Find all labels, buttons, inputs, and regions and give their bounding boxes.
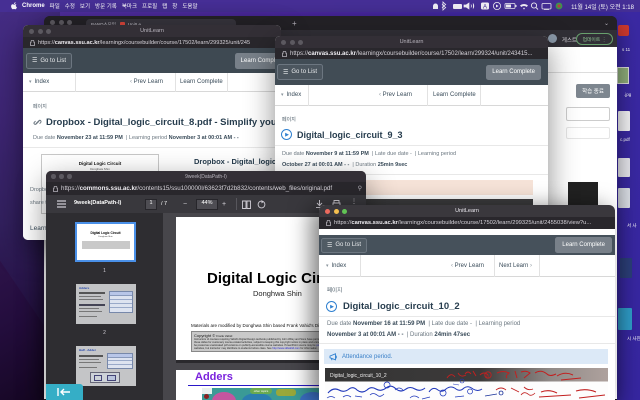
svg-text:a: a [486,374,489,380]
svg-text:A: A [483,5,487,11]
svg-text:Digital_logic_circuit_10_2: Digital_logic_circuit_10_2 [330,373,387,379]
